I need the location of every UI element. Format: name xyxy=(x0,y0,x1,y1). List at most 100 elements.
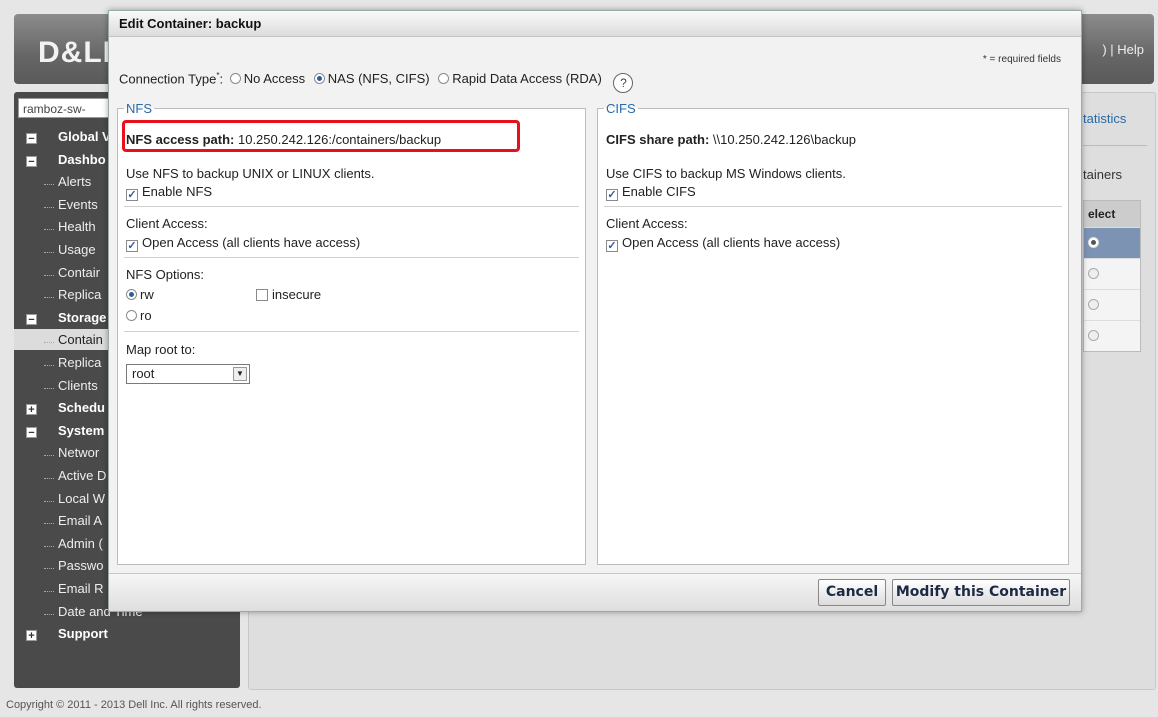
sidebar-item-text: Global V xyxy=(58,129,111,144)
table-row[interactable] xyxy=(1084,258,1140,289)
sidebar-item-dashbo[interactable]: − Dashbo xyxy=(26,149,106,170)
tree-connector xyxy=(44,455,54,457)
sidebar-item-schedu[interactable]: + Schedu xyxy=(26,397,105,418)
sidebar-item-health[interactable]: Health xyxy=(44,216,96,237)
sidebar-item-system[interactable]: − System xyxy=(26,420,104,441)
enable-cifs-row[interactable]: ✓ Enable CIFS xyxy=(606,184,696,201)
sidebar-item-text: Events xyxy=(58,196,98,212)
expand-icon[interactable]: + xyxy=(26,630,37,642)
sidebar-item-storage[interactable]: − Storage xyxy=(26,307,106,328)
divider xyxy=(124,257,579,258)
enable-cifs-checkbox[interactable]: ✓ xyxy=(606,189,618,201)
sidebar-item-label: Clients xyxy=(44,378,98,393)
sidebar-item-text: Schedu xyxy=(58,400,105,416)
cifs-open-access-checkbox[interactable]: ✓ xyxy=(606,240,618,252)
table-row[interactable] xyxy=(1084,289,1140,320)
nfs-open-access-checkbox[interactable]: ✓ xyxy=(126,240,138,252)
row-select-radio[interactable] xyxy=(1088,268,1099,279)
chevron-down-icon[interactable]: ▼ xyxy=(233,367,247,381)
insecure-label[interactable]: insecure xyxy=(272,287,321,302)
rda-radio[interactable] xyxy=(438,73,450,85)
dialog-titlebar[interactable]: Edit Container: backup xyxy=(109,11,1081,37)
rw-radio[interactable] xyxy=(126,289,137,300)
sidebar-item-label: − Storage xyxy=(26,310,106,325)
sidebar-item-replica[interactable]: Replica xyxy=(44,352,102,373)
collapse-icon[interactable]: − xyxy=(26,426,37,438)
sidebar-item-text: Email A xyxy=(58,513,103,529)
sidebar-item-clients[interactable]: Clients xyxy=(44,375,98,396)
enable-nfs-checkbox[interactable]: ✓ xyxy=(126,189,138,201)
collapse-icon[interactable]: − xyxy=(26,133,37,145)
no-access-radio[interactable] xyxy=(229,73,241,85)
sidebar-item-text: Passwo xyxy=(58,558,104,574)
nfs-access-path-value: 10.250.242.126:/containers/backup xyxy=(234,132,442,147)
cifs-description: Use CIFS to backup MS Windows clients. xyxy=(606,166,846,181)
client-access-label: Client Access: xyxy=(126,216,208,231)
sidebar-item-label: Passwo xyxy=(44,558,104,574)
sidebar-item-email-a[interactable]: Email A xyxy=(44,510,103,531)
header-links[interactable]: ) | Help xyxy=(1102,42,1144,57)
row-select-radio[interactable] xyxy=(1088,330,1099,341)
rw-label[interactable]: rw xyxy=(140,287,154,302)
help-icon[interactable]: ? xyxy=(613,73,634,94)
expand-icon[interactable]: + xyxy=(26,404,37,416)
nfs-description: Use NFS to backup UNIX or LINUX clients. xyxy=(126,166,375,181)
nfs-open-access-row[interactable]: ✓ Open Access (all clients have access) xyxy=(126,235,360,252)
sidebar-item-email-r[interactable]: Email R xyxy=(44,578,104,599)
dialog-footer: Cancel Modify this Container xyxy=(109,573,1081,611)
nfs-legend: NFS xyxy=(126,101,152,116)
nfs-options-label: NFS Options: xyxy=(126,267,205,282)
tree-connector xyxy=(44,297,54,299)
nfs-panel: NFS NFS access path: 10.250.242.126:/con… xyxy=(117,101,586,565)
tree-connector xyxy=(44,387,54,389)
table-row[interactable] xyxy=(1084,227,1140,258)
sidebar-item-label: + Schedu xyxy=(26,400,105,416)
enable-nfs-label[interactable]: Enable NFS xyxy=(142,184,212,199)
enable-cifs-label[interactable]: Enable CIFS xyxy=(622,184,696,199)
collapse-icon[interactable]: − xyxy=(26,313,37,325)
row-select-radio[interactable] xyxy=(1088,237,1099,248)
map-root-label: Map root to: xyxy=(126,342,196,357)
row-select-radio[interactable] xyxy=(1088,299,1099,310)
sidebar-item-support[interactable]: + Support xyxy=(26,623,108,644)
cancel-button[interactable]: Cancel xyxy=(818,579,886,606)
sidebar-item-admin[interactable]: Admin ( xyxy=(44,533,103,554)
sidebar-item-contair[interactable]: Contair xyxy=(44,262,100,283)
sidebar-item-networ[interactable]: Networ xyxy=(44,442,99,463)
collapse-icon[interactable]: − xyxy=(26,155,37,167)
sidebar-item-usage[interactable]: Usage xyxy=(44,239,96,260)
cifs-open-access-row[interactable]: ✓ Open Access (all clients have access) xyxy=(606,235,840,252)
map-root-select[interactable]: root ▼ xyxy=(126,364,250,384)
insecure-checkbox[interactable] xyxy=(256,289,268,301)
sidebar-item-label: Health xyxy=(44,219,96,234)
ro-option[interactable]: ro xyxy=(123,308,152,323)
nas-label[interactable]: NAS (NFS, CIFS) xyxy=(328,71,430,86)
nfs-open-access-label[interactable]: Open Access (all clients have access) xyxy=(142,235,360,250)
modify-container-button[interactable]: Modify this Container xyxy=(892,579,1070,606)
rw-option[interactable]: rw xyxy=(123,287,154,302)
cifs-open-access-label[interactable]: Open Access (all clients have access) xyxy=(622,235,840,250)
sidebar-item-events[interactable]: Events xyxy=(44,194,98,215)
statistics-link[interactable]: tatistics xyxy=(1083,111,1126,126)
insecure-option[interactable]: insecure xyxy=(256,287,321,302)
sidebar-item-label: Usage xyxy=(44,242,96,257)
sidebar-item-label: Events xyxy=(44,196,98,212)
sidebar-item-passwo[interactable]: Passwo xyxy=(44,555,104,576)
table-row[interactable] xyxy=(1084,320,1140,351)
ro-label[interactable]: ro xyxy=(140,308,152,323)
sidebar-item-active-d[interactable]: Active D xyxy=(44,465,106,486)
rda-label[interactable]: Rapid Data Access (RDA) xyxy=(452,71,602,86)
sidebar-item-local-w[interactable]: Local W xyxy=(44,488,105,509)
sidebar-item-replica[interactable]: Replica xyxy=(44,284,101,305)
ro-radio[interactable] xyxy=(126,310,137,321)
sidebar-item-global-v[interactable]: − Global V xyxy=(26,126,111,147)
sidebar-item-label: Local W xyxy=(44,491,105,506)
cifs-share-path-value: \\10.250.242.126\backup xyxy=(709,132,857,147)
no-access-label[interactable]: No Access xyxy=(244,71,305,86)
tree-connector xyxy=(44,478,54,479)
sidebar-item-alerts[interactable]: Alerts xyxy=(44,171,91,192)
enable-nfs-row[interactable]: ✓ Enable NFS xyxy=(126,184,212,201)
nas-radio[interactable] xyxy=(313,73,325,85)
sidebar-item-text: Replica xyxy=(58,355,102,370)
sidebar-item-text: Admin ( xyxy=(58,535,103,551)
